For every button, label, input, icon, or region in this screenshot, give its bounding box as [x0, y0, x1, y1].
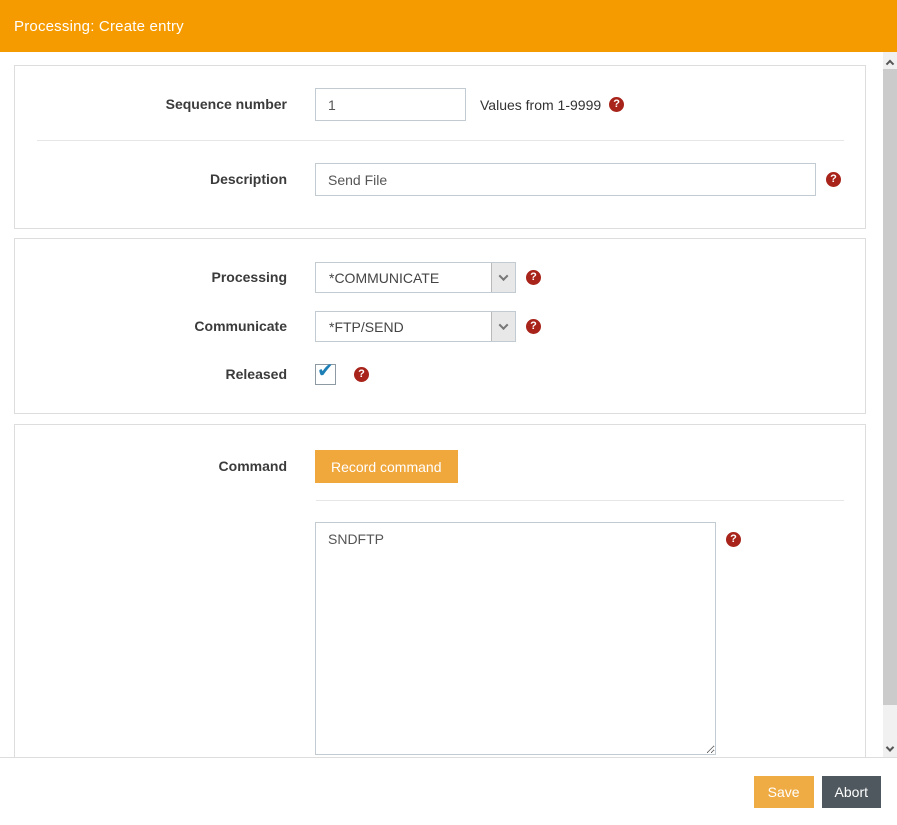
sequence-number-row: Sequence number Values from 1-9999 ?	[15, 88, 865, 121]
help-icon[interactable]: ?	[526, 319, 541, 334]
processing-row: Processing *COMMUNICATE ?	[15, 262, 865, 293]
description-input[interactable]	[315, 163, 816, 196]
communicate-label: Communicate	[194, 318, 287, 334]
chevron-up-icon	[886, 59, 894, 67]
help-icon[interactable]: ?	[609, 97, 624, 112]
released-label: Released	[226, 366, 287, 382]
sequence-number-label: Sequence number	[166, 96, 287, 112]
record-command-button[interactable]: Record command	[315, 450, 458, 483]
vertical-scrollbar[interactable]	[883, 52, 897, 757]
dialog-header: Processing: Create entry	[0, 0, 897, 52]
checkmark-icon: ✔	[317, 358, 334, 382]
dialog-footer: Save Abort	[0, 757, 897, 825]
released-row: Released ✔ ?	[15, 364, 865, 385]
chevron-down-icon[interactable]	[491, 312, 515, 341]
released-checkbox[interactable]: ✔	[315, 364, 336, 385]
abort-button[interactable]: Abort	[822, 776, 881, 808]
sequence-number-hint: Values from 1-9999	[480, 97, 601, 113]
description-label: Description	[210, 171, 287, 187]
section-command: Command Record command SNDFTP ?	[14, 424, 866, 757]
processing-selected-value: *COMMUNICATE	[316, 263, 491, 292]
command-text-row: SNDFTP ?	[15, 522, 865, 755]
command-row: Command Record command	[15, 450, 865, 483]
help-icon[interactable]: ?	[354, 367, 369, 382]
sequence-number-input[interactable]	[315, 88, 466, 121]
scrollbar-thumb[interactable]	[883, 69, 897, 705]
save-button[interactable]: Save	[754, 776, 814, 808]
row-divider	[37, 140, 844, 141]
section-processing: Processing *COMMUNICATE ? Communicate *F…	[14, 238, 866, 414]
processing-label: Processing	[212, 269, 287, 285]
chevron-down-icon[interactable]	[491, 263, 515, 292]
scroll-down-button[interactable]	[883, 740, 897, 757]
processing-select[interactable]: *COMMUNICATE	[315, 262, 516, 293]
section-general: Sequence number Values from 1-9999 ? Des…	[14, 65, 866, 229]
command-label: Command	[219, 458, 287, 474]
command-textarea[interactable]: SNDFTP	[315, 522, 716, 755]
dialog-body: Sequence number Values from 1-9999 ? Des…	[0, 52, 897, 757]
scroll-up-button[interactable]	[883, 52, 897, 69]
communicate-select[interactable]: *FTP/SEND	[315, 311, 516, 342]
dialog-title: Processing: Create entry	[14, 18, 184, 35]
help-icon[interactable]: ?	[526, 270, 541, 285]
row-divider	[316, 500, 844, 501]
communicate-row: Communicate *FTP/SEND ?	[15, 311, 865, 342]
description-row: Description ?	[15, 163, 865, 196]
help-icon[interactable]: ?	[826, 172, 841, 187]
help-icon[interactable]: ?	[726, 532, 741, 547]
chevron-down-icon	[886, 743, 894, 751]
communicate-selected-value: *FTP/SEND	[316, 312, 491, 341]
